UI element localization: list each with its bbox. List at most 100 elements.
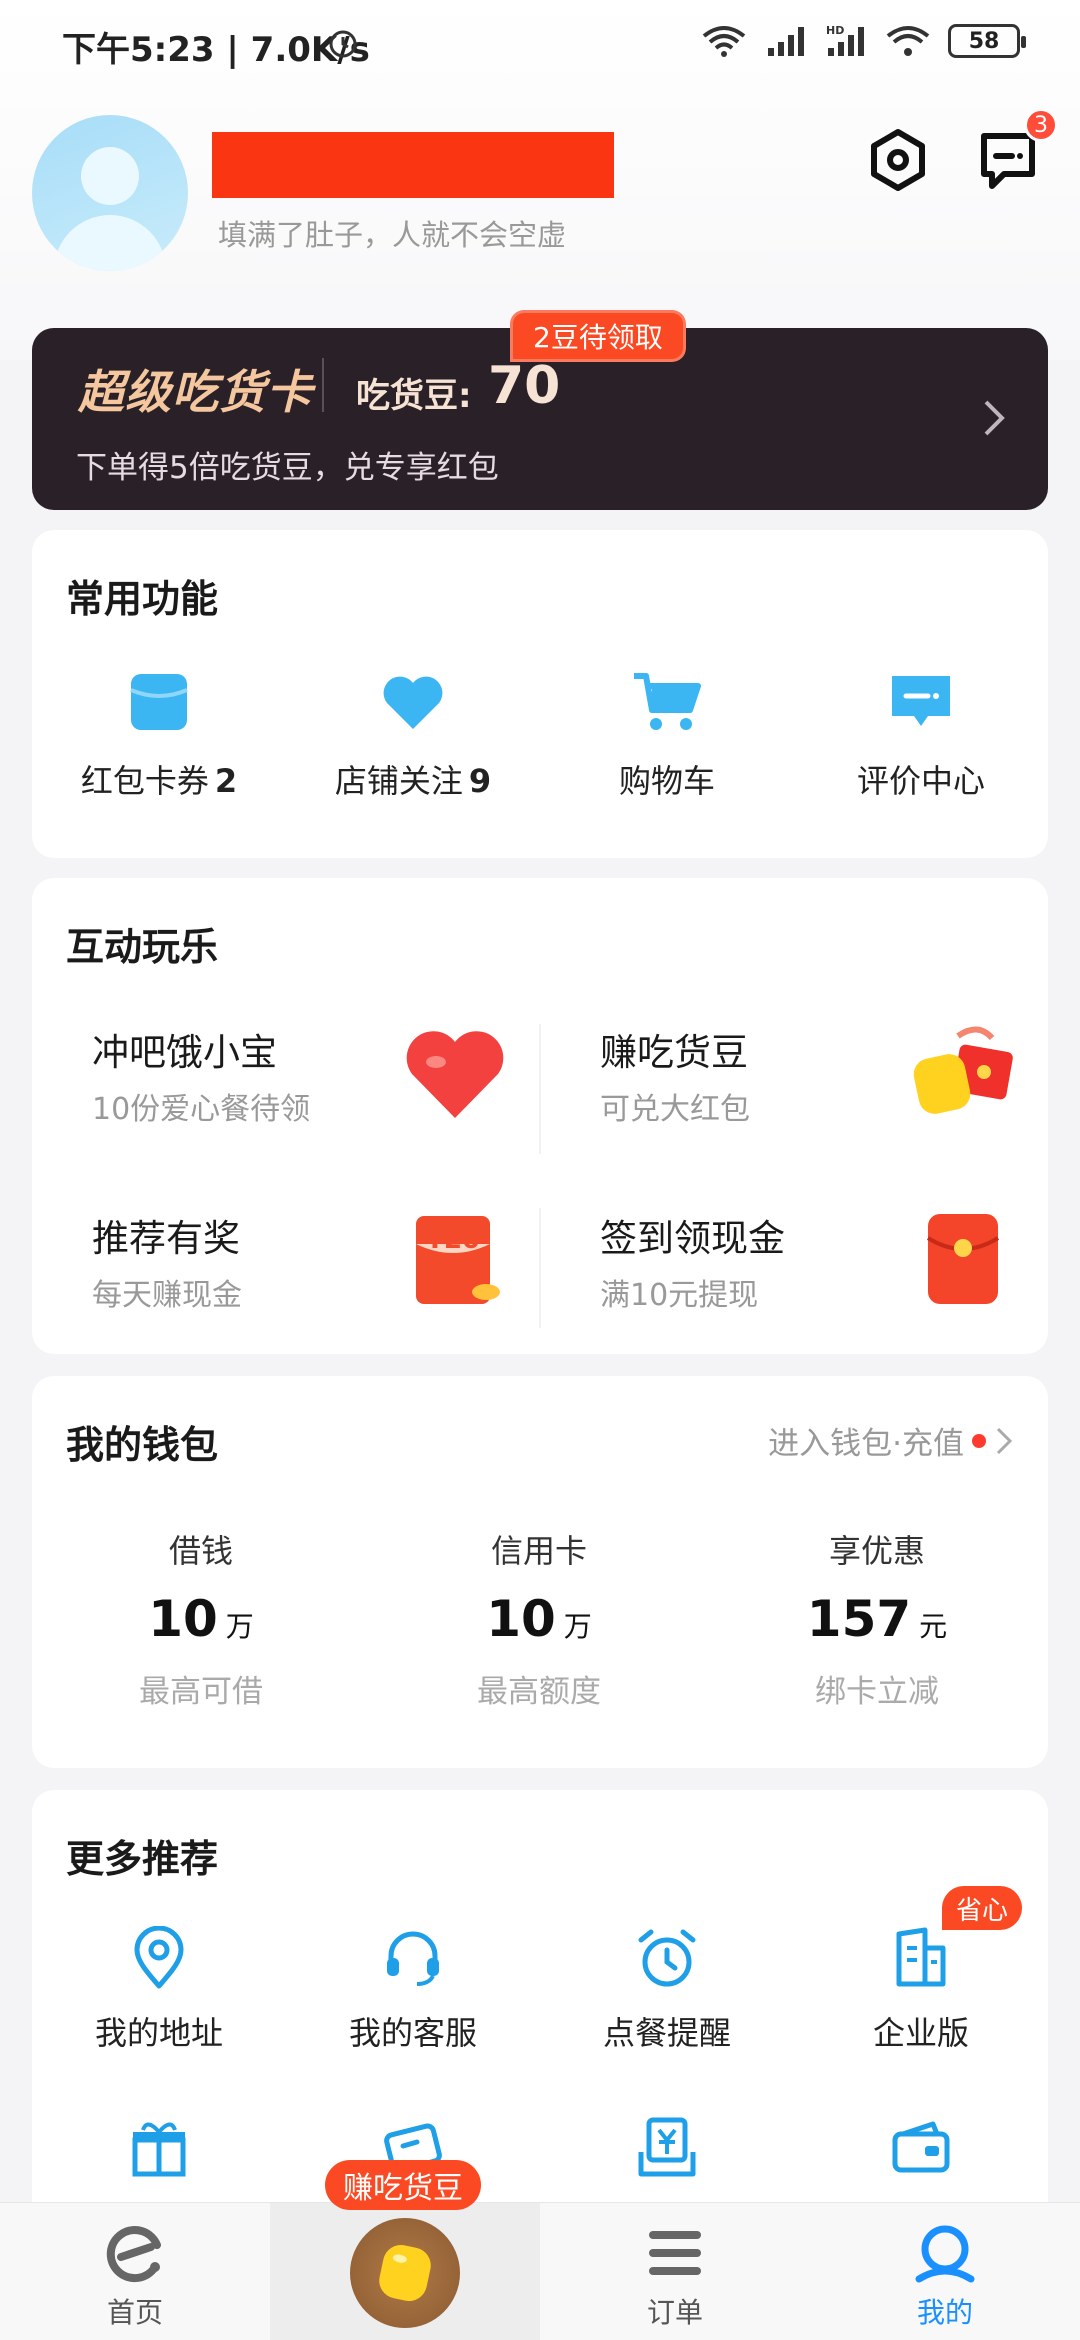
building-icon: [896, 1927, 946, 1987]
status-bar: 下午5:23 | 7.0K/s HD 58: [0, 0, 1080, 90]
red-heart-icon: [406, 1031, 504, 1118]
wallet-item-credit-card[interactable]: 信用卡 10 万 最高额度: [370, 1526, 708, 1711]
super-card-title: 超级吃货卡: [78, 365, 313, 419]
more-label-meal-reminder: 点餐提醒: [602, 2014, 731, 2052]
settings-button[interactable]: [862, 124, 934, 196]
messages-badge: 3: [1024, 108, 1058, 142]
avatar-head: [81, 147, 139, 205]
more-label-enterprise: 企业版: [872, 2014, 969, 2052]
fun-subtitle-checkin: 满10元提现: [600, 1278, 759, 1313]
more-item-customer-service[interactable]: 我的客服: [286, 1926, 540, 2116]
status-time: 下午5:23 | 7.0K/s: [62, 30, 370, 70]
tab-orders-label: 订单: [646, 2296, 703, 2329]
func-label-cart: 购物车: [618, 762, 715, 800]
wallet-red-dot: [972, 1433, 986, 1448]
coupon-icon: [130, 674, 188, 730]
common-functions-title: 常用功能: [66, 577, 219, 621]
red-envelope-icon: [926, 1214, 1000, 1304]
func-label-followed-shops: 店铺关注: [334, 762, 463, 800]
tab-me[interactable]: 我的: [810, 2203, 1080, 2340]
tab-home[interactable]: 首页: [0, 2203, 270, 2340]
battery-indicator: 58: [948, 24, 1026, 58]
wallet-label-discount: 享优惠: [828, 1532, 925, 1570]
orders-icon: [649, 2231, 701, 2275]
func-label-reviews: 评价中心: [856, 762, 985, 800]
more-item-meal-reminder[interactable]: 点餐提醒: [540, 1926, 794, 2116]
coupon-20-text: ¥20: [426, 1225, 480, 1255]
save-worry-badge: 省心: [942, 1886, 1023, 1930]
status-icons: HD 58: [700, 24, 1026, 58]
avatar-body: [54, 215, 166, 271]
wallet-card: 我的钱包 进入钱包·充值 借钱 10 万 最高可借 信用卡 10 万 最高额度 享优…: [32, 1376, 1048, 1768]
more-item-address[interactable]: 我的地址: [32, 1926, 286, 2116]
messages-button[interactable]: 3: [972, 108, 1058, 196]
wallet-caption-loan: 最高可借: [139, 1674, 263, 1710]
wallet-value-discount: 157: [806, 1590, 912, 1648]
wallet-link-label: 进入钱包·充值: [768, 1426, 964, 1462]
wallet-unit-loan: 万: [225, 1610, 254, 1643]
home-icon: [106, 2226, 161, 2283]
headset-icon: [387, 1931, 439, 1986]
fun-item-earn-beans[interactable]: 赚吃货豆 可兑大红包: [540, 988, 1048, 1174]
beans-label: 吃货豆:: [356, 376, 472, 416]
username-redacted[interactable]: [212, 132, 614, 198]
more-label-address: 我的地址: [94, 2014, 223, 2052]
review-icon: [892, 676, 950, 726]
common-functions-card: 常用功能 红包卡券 2 店铺关注 9 购物车 评价中心: [32, 530, 1048, 858]
bean-redpacket-icon: [913, 1026, 1013, 1114]
func-item-reviews[interactable]: 评价中心: [794, 666, 1048, 802]
bottom-navigation: 首页 订单 我的: [0, 2202, 1080, 2340]
func-item-followed-shops[interactable]: 店铺关注 9: [286, 666, 540, 802]
yuan-wallet-icon: [638, 2117, 696, 2177]
svg-text:HD: HD: [826, 24, 844, 37]
fun-subtitle-charity: 10份爱心餐待领: [92, 1092, 311, 1127]
fun-item-referral[interactable]: 推荐有奖 每天赚现金 ¥20: [32, 1174, 540, 1360]
wallet-unit-discount: 元: [919, 1610, 948, 1643]
wallet-unit-credit-card: 万: [563, 1610, 592, 1643]
beans-value: 70: [488, 356, 561, 416]
fun-item-charity[interactable]: 冲吧饿小宝 10份爱心餐待领: [32, 988, 540, 1174]
profile-icon: [915, 2225, 975, 2283]
tab-me-label: 我的: [916, 2296, 973, 2329]
more-item-enterprise[interactable]: 省心 企业版: [794, 1886, 1048, 2116]
location-icon: [134, 1926, 184, 1989]
fun-subtitle-earn-beans: 可兑大红包: [600, 1092, 750, 1127]
pending-beans-badge[interactable]: 2豆待领取: [510, 310, 686, 362]
wallet-label-credit-card: 信用卡: [490, 1532, 587, 1570]
tab-home-label: 首页: [106, 2296, 163, 2329]
bean-icon: [379, 2244, 431, 2302]
func-item-coupons[interactable]: 红包卡券 2: [32, 666, 286, 802]
wallet-enter-link[interactable]: 进入钱包·充值: [768, 1418, 1014, 1463]
wallet-value-loan: 10: [148, 1590, 218, 1648]
wifi-secondary-icon: [886, 26, 930, 56]
fun-title-referral: 推荐有奖: [92, 1217, 240, 1260]
fun-title-charity: 冲吧饿小宝: [92, 1031, 277, 1074]
func-item-cart[interactable]: 购物车: [540, 666, 794, 802]
earn-beans-button[interactable]: [350, 2218, 460, 2328]
earn-beans-label[interactable]: 赚吃货豆: [325, 2160, 481, 2210]
more-recommendations-card: 更多推荐 我的地址 我的客服 点餐提醒 省心 企业版: [32, 1790, 1048, 2270]
wallet-caption-discount: 绑卡立减: [815, 1674, 939, 1710]
coupon-20-icon: ¥20: [416, 1216, 500, 1304]
more-title: 更多推荐: [66, 1837, 219, 1881]
fun-title-earn-beans: 赚吃货豆: [600, 1031, 748, 1074]
more-label-customer-service: 我的客服: [348, 2014, 477, 2052]
func-count-followed-shops: 9: [468, 762, 492, 800]
wallet-caption-credit-card: 最高额度: [477, 1674, 601, 1710]
chevron-right-icon: [996, 1427, 1013, 1454]
gear-icon: [871, 129, 925, 191]
fun-item-checkin[interactable]: 签到领现金 满10元提现: [540, 1174, 1048, 1360]
heart-icon: [383, 676, 443, 729]
cart-icon: [634, 673, 701, 730]
fun-subtitle-referral: 每天赚现金: [92, 1278, 242, 1313]
interactive-fun-title: 互动玩乐: [66, 925, 219, 969]
func-label-coupons: 红包卡券: [80, 762, 209, 800]
wallet-item-discount[interactable]: 享优惠 157 元 绑卡立减: [708, 1526, 1046, 1711]
wifi-icon: [702, 26, 746, 57]
super-card-subtitle: 下单得5倍吃货豆，兑专享红包: [76, 450, 499, 486]
avatar[interactable]: [32, 115, 188, 271]
tab-orders[interactable]: 订单: [540, 2203, 810, 2340]
wallet-item-loan[interactable]: 借钱 10 万 最高可借: [32, 1526, 370, 1711]
wallet-value-credit-card: 10: [486, 1590, 556, 1648]
chevron-right-icon: [984, 400, 1005, 436]
